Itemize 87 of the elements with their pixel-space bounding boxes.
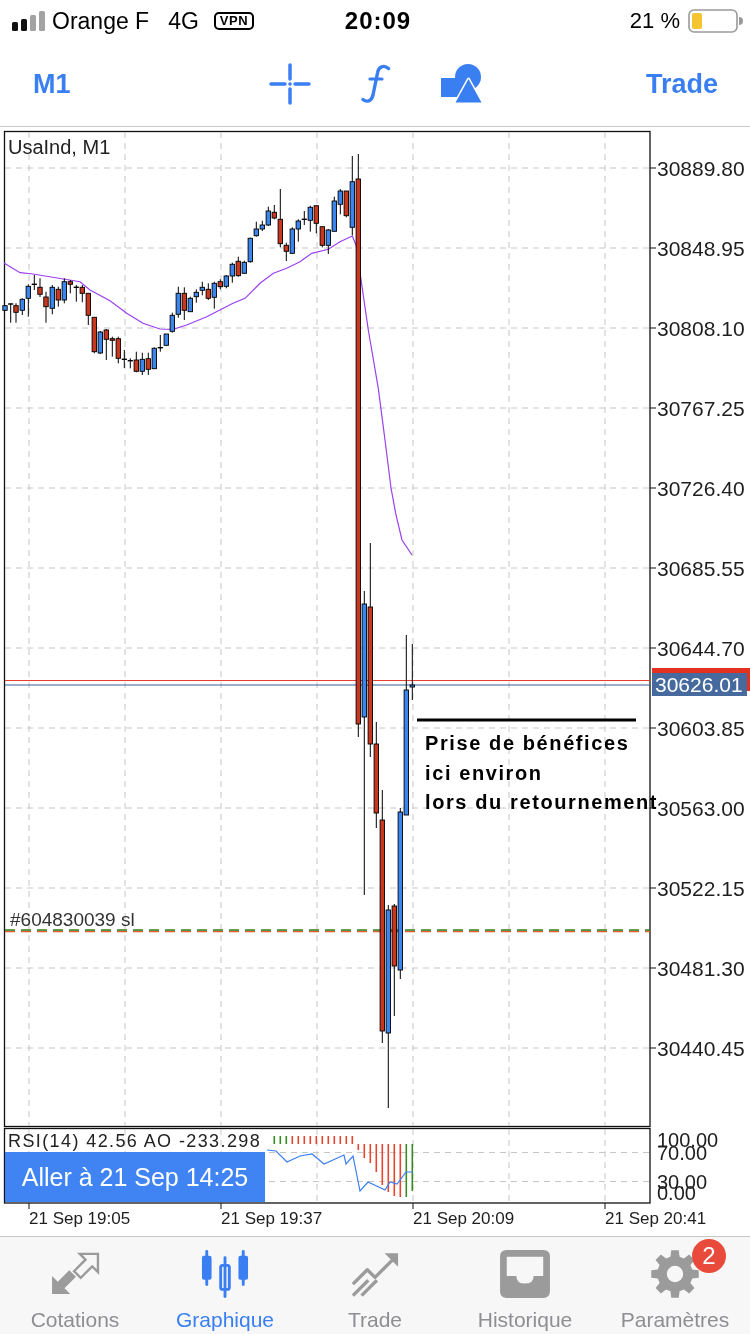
ao-falling-bar — [291, 1135, 294, 1145]
rising-candle — [307, 205, 313, 233]
ao-rising-bar — [273, 1135, 276, 1145]
rising-candle — [2, 304, 8, 312]
price-label: 30726.40 — [657, 476, 745, 500]
falling-candle — [235, 256, 241, 278]
tab[interactable]: Cotations — [0, 1237, 150, 1334]
goto-date-button[interactable]: Aller à 21 Sep 14:25 — [5, 1152, 265, 1202]
clock-time: 20:09 — [344, 7, 412, 35]
falling-candle — [133, 351, 139, 373]
tab[interactable]: 2 Paramètres — [600, 1237, 750, 1334]
ao-falling-bar — [333, 1135, 336, 1145]
ao-falling-bar — [357, 1143, 360, 1151]
ao-falling-bar — [315, 1135, 318, 1145]
shapes-icon[interactable] — [440, 64, 483, 104]
ao-rising-bar — [405, 1143, 408, 1198]
falling-candle — [181, 286, 187, 321]
ao-falling-bar — [303, 1135, 306, 1145]
inbox-tray-icon — [500, 1250, 550, 1298]
ao-falling-bar — [369, 1143, 372, 1164]
price-label: 30603.85 — [657, 716, 745, 740]
falling-candle — [205, 282, 211, 301]
rising-candle — [151, 346, 157, 370]
carrier-name: Orange F — [52, 7, 150, 35]
tab[interactable]: Historique — [450, 1237, 600, 1334]
price-label: 30889.80 — [657, 156, 745, 180]
signal-icon — [12, 11, 46, 31]
ao-falling-bar — [381, 1143, 384, 1186]
falling-candle — [67, 279, 73, 294]
doji-candle — [7, 302, 14, 324]
ao-rising-bar — [285, 1135, 288, 1145]
falling-candle — [217, 278, 223, 290]
ao-falling-bar — [297, 1135, 300, 1145]
ao-falling-bar — [393, 1143, 396, 1197]
ao-falling-bar — [345, 1135, 348, 1145]
notification-badge: 2 — [692, 1239, 726, 1273]
network-type: 4G — [168, 7, 199, 35]
ao-rising-bar — [279, 1135, 282, 1145]
vpn-badge: VPN — [213, 12, 255, 30]
rising-candle — [211, 281, 217, 310]
ao-falling-bar — [387, 1143, 390, 1193]
ao-rising-bar — [411, 1143, 414, 1192]
battery-percent: 21 % — [629, 8, 680, 34]
falling-candle — [55, 286, 61, 308]
symbol-label: UsaInd, M1 — [8, 136, 111, 158]
ao-falling-bar — [339, 1135, 342, 1145]
tab[interactable]: Trade — [300, 1237, 450, 1334]
ao-falling-bar — [363, 1143, 366, 1159]
candlestick-icon — [200, 1250, 250, 1298]
price-label: 30522.15 — [657, 876, 745, 900]
rising-candle — [97, 330, 103, 355]
trend-arrow-icon — [350, 1250, 400, 1298]
order-label: #604830039 sl — [10, 909, 135, 930]
price-label: 30644.70 — [657, 636, 745, 660]
time-label: 21 Sep 19:37 — [221, 1208, 323, 1228]
battery-icon — [688, 9, 744, 33]
price-label: 30685.55 — [657, 556, 745, 580]
price-label: 30563.00 — [657, 796, 745, 820]
ao-falling-bar — [351, 1135, 354, 1145]
current-price-tag: 30626.01 — [652, 673, 747, 696]
time-label: 21 Sep 20:09 — [413, 1208, 515, 1228]
price-label: 30808.10 — [657, 316, 745, 340]
function-icon[interactable] — [360, 64, 391, 104]
falling-candle — [343, 190, 349, 218]
falling-candle — [145, 352, 151, 376]
rising-candle — [139, 352, 145, 376]
indicator-legend: RSI(14) 42.56 AO -233.298 — [8, 1131, 262, 1151]
rising-candle — [61, 277, 67, 304]
ao-falling-bar — [399, 1143, 402, 1198]
settings-icon — [650, 1249, 700, 1299]
time-label: 21 Sep 19:05 — [29, 1208, 131, 1228]
ao-falling-bar — [309, 1135, 312, 1145]
price-label: 30481.30 — [657, 956, 745, 980]
ao-falling-bar — [375, 1143, 378, 1173]
ao-falling-bar — [321, 1135, 324, 1145]
trade-button[interactable]: Trade — [645, 68, 718, 100]
rising-candle — [49, 284, 55, 315]
crosshair-icon[interactable] — [268, 63, 311, 105]
price-label: 30767.25 — [657, 396, 745, 420]
tab[interactable]: Graphique — [150, 1237, 300, 1334]
ao-falling-bar — [327, 1135, 330, 1145]
price-label: 30440.45 — [657, 1036, 745, 1060]
falling-candle — [13, 302, 19, 324]
two-arrows-icon — [50, 1252, 100, 1296]
timeframe-button[interactable]: M1 — [33, 68, 71, 100]
time-label: 21 Sep 20:41 — [605, 1208, 707, 1228]
price-label: 30848.95 — [657, 236, 745, 260]
